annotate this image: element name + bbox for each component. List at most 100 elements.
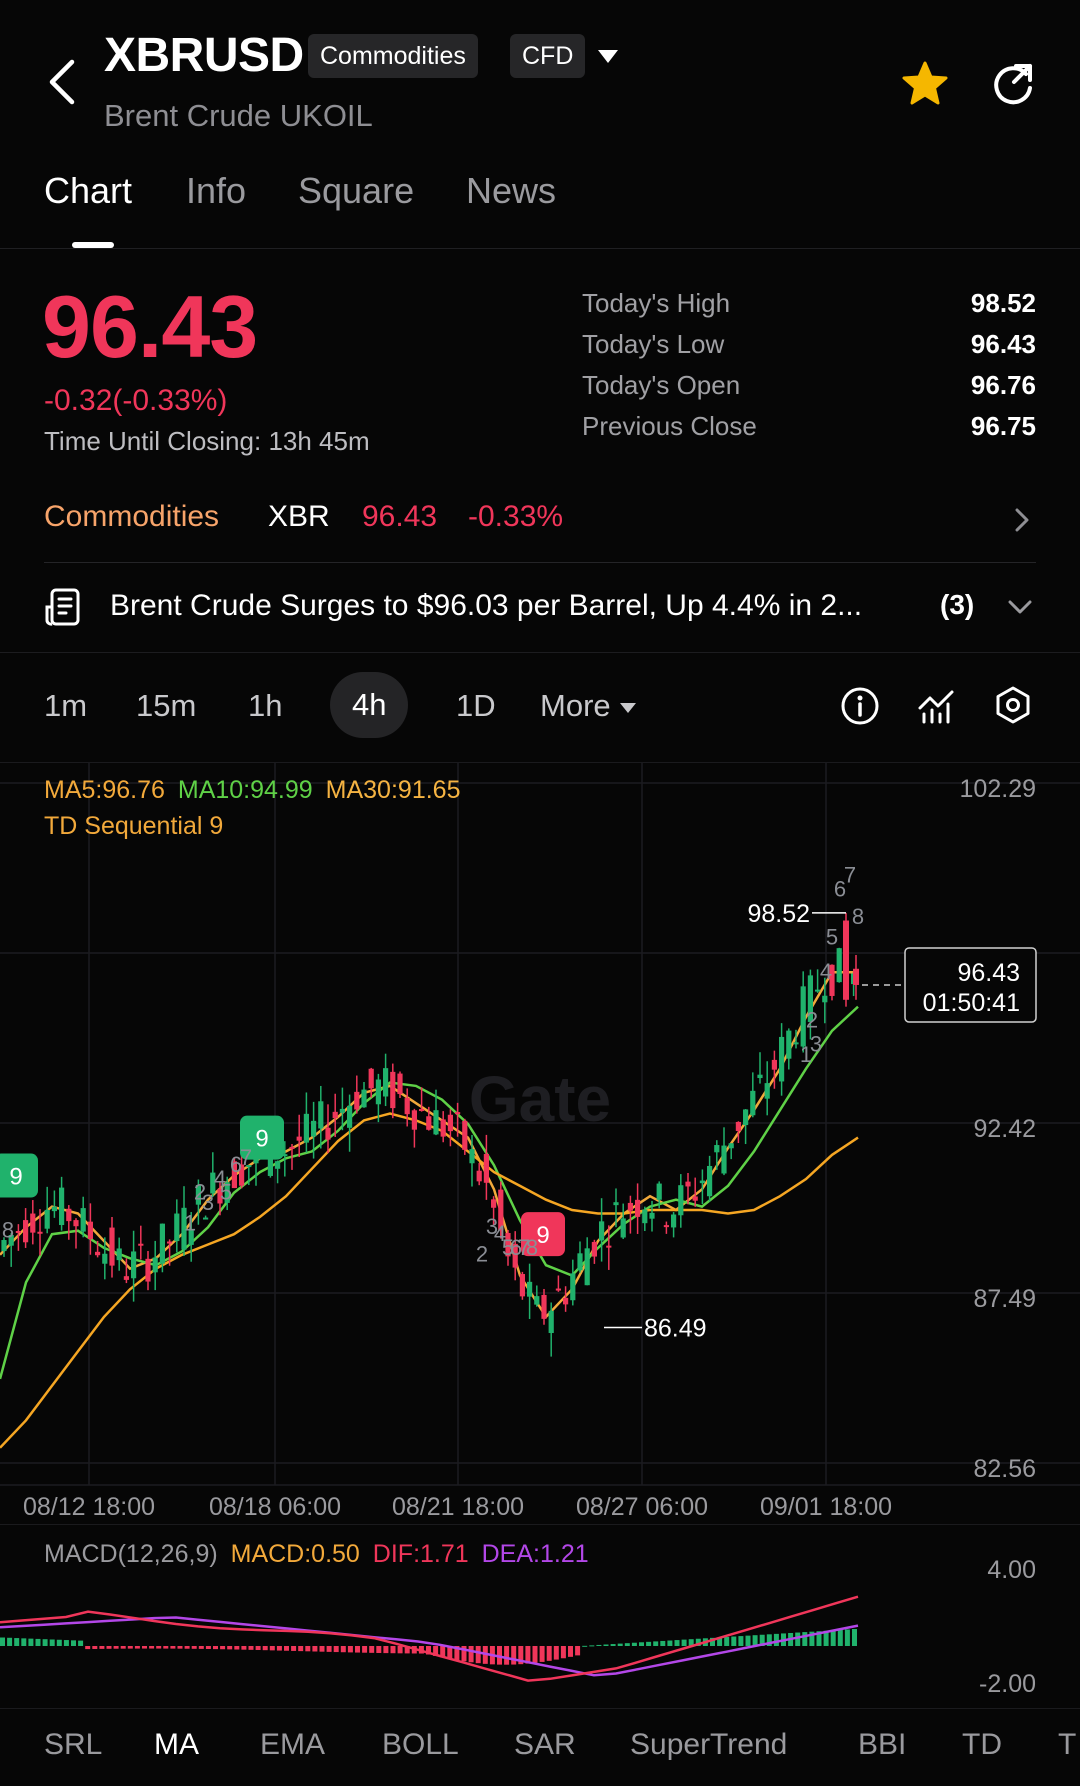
indicator-td[interactable]: TD: [962, 1728, 1002, 1762]
x-tick-label: 08/18 06:00: [209, 1493, 341, 1521]
x-tick-label: 08/12 18:00: [23, 1493, 155, 1521]
candle-body: [779, 1036, 785, 1082]
candle-body: [649, 1212, 655, 1219]
macd-histogram-bar: [852, 1629, 857, 1646]
macd-histogram-bar: [262, 1646, 268, 1651]
y-tick-label: 92.42: [973, 1115, 1036, 1143]
candle-body: [627, 1202, 633, 1211]
indicator-tabs: SRL MA EMA BOLL SAR SuperTrend BBI TD T: [0, 1708, 1080, 1786]
candle-body: [426, 1116, 432, 1130]
candle-body: [303, 1113, 309, 1143]
macd-histogram-bar: [255, 1646, 261, 1651]
x-tick-label: 08/27 06:00: [576, 1493, 708, 1521]
macd-histogram-bar: [610, 1644, 616, 1646]
high-price-label: 98.52: [747, 900, 810, 928]
macd-histogram-bar: [7, 1637, 13, 1646]
indicator-bbi[interactable]: BBI: [858, 1728, 906, 1762]
td-count-label: 8: [2, 1218, 14, 1243]
candle-body: [116, 1248, 122, 1261]
macd-histogram-bar: [284, 1646, 289, 1651]
macd-histogram-bar: [142, 1646, 147, 1649]
indicator-more[interactable]: T: [1058, 1728, 1076, 1762]
macd-y-tick: 4.00: [987, 1556, 1036, 1584]
macd-histogram-bar: [511, 1646, 517, 1665]
macd-histogram-bar: [667, 1640, 673, 1646]
candle-body: [44, 1209, 50, 1229]
tab-chart[interactable]: Chart: [44, 170, 132, 212]
candle-body: [311, 1120, 317, 1137]
news-icon: [45, 588, 80, 626]
macd-histogram-bar: [42, 1639, 48, 1646]
indicator-ema[interactable]: EMA: [260, 1728, 325, 1762]
symbol-dropdown-button[interactable]: [596, 48, 620, 66]
tab-info[interactable]: Info: [186, 170, 246, 212]
price-chart[interactable]: 102.2997.3692.4287.4982.5608/12 18:0008/…: [0, 763, 1080, 1523]
candle-body: [836, 948, 842, 983]
candle-body: [721, 1145, 727, 1174]
macd-histogram-bar: [319, 1646, 325, 1652]
macd-histogram-bar: [92, 1646, 98, 1649]
td-count-label: 3: [202, 1190, 214, 1215]
macd-histogram-bar: [383, 1646, 389, 1654]
indicator-chart-icon[interactable]: [916, 686, 956, 726]
settings-icon[interactable]: [992, 684, 1034, 726]
macd-histogram-bar: [78, 1640, 84, 1646]
candle-body: [642, 1209, 648, 1224]
info-icon[interactable]: [840, 686, 880, 726]
macd-histogram-bar: [198, 1646, 204, 1649]
macd-histogram-bar: [269, 1646, 275, 1651]
candle-body: [296, 1136, 302, 1141]
candle-body: [577, 1253, 583, 1271]
candle-body: [815, 989, 821, 992]
candle-body: [447, 1114, 453, 1132]
timeframe-1h[interactable]: 1h: [248, 688, 282, 724]
tab-square[interactable]: Square: [298, 170, 414, 212]
tab-news[interactable]: News: [466, 170, 556, 212]
timeframe-1d[interactable]: 1D: [456, 688, 496, 724]
macd-chart[interactable]: 4.00 -2.00: [0, 1530, 1080, 1708]
indicator-srl[interactable]: SRL: [44, 1728, 102, 1762]
macd-histogram-bar: [333, 1646, 339, 1653]
macd-histogram-bar: [248, 1646, 254, 1650]
indicator-ma[interactable]: MA: [154, 1728, 199, 1762]
indicator-supertrend[interactable]: SuperTrend: [630, 1728, 787, 1762]
candle-body: [339, 1108, 345, 1113]
macd-dif-line: [0, 1595, 859, 1682]
macd-histogram-bar: [369, 1646, 375, 1653]
back-button[interactable]: [42, 56, 82, 108]
timeframe-4h[interactable]: 4h: [330, 672, 409, 738]
candle-body: [390, 1071, 396, 1109]
y-tick-label: 87.49: [973, 1285, 1036, 1313]
divider: [44, 562, 1036, 563]
news-row[interactable]: Brent Crude Surges to $96.03 per Barrel,…: [0, 575, 1080, 635]
indicator-boll[interactable]: BOLL: [382, 1728, 459, 1762]
macd-histogram-bar: [305, 1646, 311, 1652]
macd-histogram-bar: [355, 1646, 360, 1653]
candle-body: [728, 1143, 734, 1149]
candle-body: [102, 1253, 108, 1264]
candle-body: [289, 1146, 295, 1149]
timeframe-more-button[interactable]: More: [540, 688, 637, 724]
macd-histogram-bar: [28, 1638, 34, 1646]
candle-body: [534, 1296, 540, 1305]
macd-histogram-bar: [468, 1646, 474, 1663]
share-button[interactable]: [990, 60, 1038, 108]
macd-histogram-bar: [837, 1629, 843, 1646]
macd-histogram-bar: [63, 1640, 69, 1646]
candle-body: [462, 1120, 468, 1150]
indicator-sar[interactable]: SAR: [514, 1728, 576, 1762]
candle-body: [404, 1098, 410, 1115]
favorite-button[interactable]: [900, 60, 950, 108]
timeframe-1m[interactable]: 1m: [44, 688, 87, 724]
closing-countdown: Time Until Closing: 13h 45m: [44, 426, 370, 457]
candle-body: [613, 1202, 619, 1206]
candle-body: [735, 1121, 741, 1132]
candle-body: [275, 1161, 281, 1169]
timeframe-bar: 1m 15m 1h 4h 1D More: [0, 672, 1080, 744]
td-count-label: 2: [806, 1007, 818, 1032]
macd-histogram-bar: [177, 1646, 183, 1649]
commodities-row[interactable]: Commodities XBR 96.43 -0.33%: [0, 488, 1080, 548]
macd-histogram-bar: [731, 1636, 737, 1646]
timeframe-15m[interactable]: 15m: [136, 688, 196, 724]
macd-histogram-bar: [653, 1641, 659, 1646]
